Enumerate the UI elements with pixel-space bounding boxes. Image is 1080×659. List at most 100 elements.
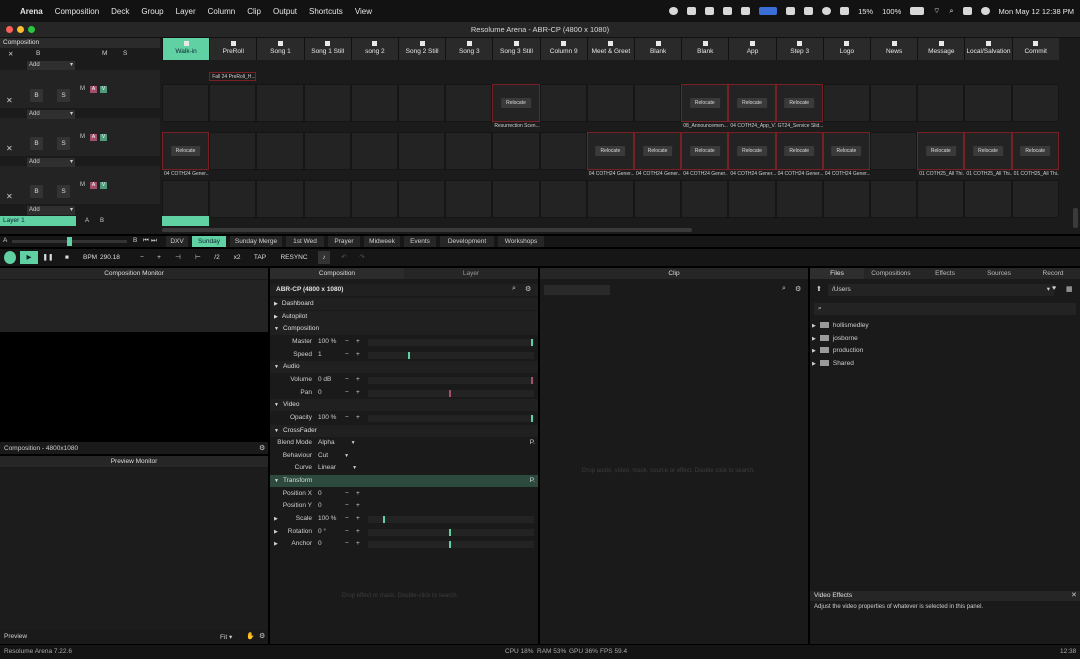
column-header[interactable]: Song 3 Still [492, 38, 540, 60]
menu-shortcuts[interactable]: Shortcuts [309, 7, 343, 16]
clip-thumbnail[interactable]: Relocate [917, 132, 965, 170]
decrease-button[interactable]: − [345, 500, 349, 512]
deck-tab[interactable]: Midweek [364, 236, 400, 247]
layer-add-dropdown[interactable]: Add ▾ [27, 206, 75, 215]
deck-prev-icon[interactable]: ⏮ [143, 237, 149, 245]
files-tab-compositions[interactable]: Compositions [864, 268, 918, 279]
clip-slot[interactable] [539, 132, 587, 170]
relocate-button[interactable]: Relocate [737, 146, 767, 156]
clip-slot[interactable] [870, 180, 918, 218]
battery-percent[interactable]: 100% [882, 7, 901, 16]
tab-layer[interactable]: Layer [404, 268, 538, 279]
property-value[interactable]: 0 [318, 500, 322, 512]
section-autopilot[interactable]: ▶ Autopilot [270, 310, 538, 323]
property-slider[interactable] [368, 338, 534, 346]
clip-search-icon[interactable]: ⌕ [782, 285, 786, 293]
clip-thumbnail[interactable]: Relocate [775, 84, 823, 122]
clip-slot[interactable] [539, 84, 587, 122]
layer-a-toggle[interactable]: A [90, 182, 97, 189]
clip-slot[interactable] [1011, 180, 1059, 218]
column-header[interactable]: Message [917, 38, 965, 60]
bpm-decrease-button[interactable]: − [136, 251, 148, 264]
clip-thumbnail[interactable]: Relocate [492, 84, 540, 122]
relocate-button[interactable]: Relocate [831, 146, 862, 156]
menu-output[interactable]: Output [273, 7, 297, 16]
column-checkbox[interactable] [561, 41, 567, 46]
relocate-button[interactable]: Relocate [1020, 146, 1051, 156]
clip-name[interactable]: 04 COTH24 Gener... [634, 170, 682, 179]
column-header[interactable]: Commit [1011, 38, 1059, 60]
clip-slot[interactable] [445, 180, 493, 218]
bpm-double-button[interactable]: x2 [230, 251, 244, 264]
column-header[interactable]: Meet & Greet [586, 38, 634, 60]
increase-button[interactable]: + [356, 374, 360, 386]
increase-button[interactable]: + [356, 336, 360, 348]
property-value[interactable]: 100 % [318, 513, 336, 525]
column-checkbox[interactable] [419, 41, 425, 46]
relocate-button[interactable]: Relocate [737, 98, 767, 108]
clip-thumbnail[interactable]: Relocate [964, 132, 1012, 170]
folder-item[interactable]: ▶ Shared [812, 358, 1072, 370]
menu-composition[interactable]: Composition [55, 7, 99, 16]
column-header[interactable]: Song 3 [445, 38, 493, 60]
clip-name[interactable]: 04 COTH24 Gener... [162, 170, 210, 179]
minimize-window-icon[interactable] [17, 26, 24, 33]
layer-add-dropdown[interactable]: Add ▾ [27, 158, 75, 167]
column-checkbox[interactable] [277, 41, 283, 46]
composition-monitor-canvas[interactable] [0, 332, 268, 442]
clip-slot[interactable] [256, 180, 304, 218]
dropbox-status-icon[interactable] [741, 7, 751, 15]
favorite-icon[interactable]: ♥ [1052, 285, 1056, 292]
section-audio[interactable]: ▼ Audio [270, 361, 538, 374]
clip-slot[interactable] [539, 180, 587, 218]
undo-icon[interactable]: ↶ [338, 251, 350, 264]
clip-slot[interactable] [870, 84, 918, 122]
relocate-button[interactable]: Relocate [595, 146, 626, 156]
property-value[interactable]: 0 [318, 387, 322, 399]
crossfader-handle[interactable] [67, 237, 72, 246]
transform-preset-button[interactable]: P. [530, 475, 535, 487]
relocate-button[interactable]: Relocate [501, 98, 531, 108]
deck-tab[interactable]: Development [440, 236, 494, 247]
clip-slot[interactable] [1011, 84, 1059, 122]
property-slider[interactable] [368, 376, 534, 384]
column-checkbox[interactable] [938, 41, 944, 46]
layer-add-dropdown[interactable]: Add ▾ [27, 110, 75, 119]
pause-button[interactable]: ❚❚ [41, 251, 55, 264]
column-header[interactable]: Song 1 [256, 38, 304, 60]
deck-tab[interactable]: Workshops [498, 236, 544, 247]
clip-slot[interactable] [917, 84, 965, 122]
column-checkbox[interactable] [1033, 41, 1039, 46]
relocate-button[interactable]: Relocate [925, 146, 956, 156]
relocate-button[interactable]: Relocate [642, 146, 673, 156]
clip-thumbnail[interactable]: Relocate [162, 132, 210, 170]
layer-add-dropdown[interactable]: Add ▾ [27, 61, 75, 70]
clip-name[interactable]: 01 COTH25_All Thi... [917, 170, 965, 179]
search-icon[interactable]: ⌕ [949, 6, 953, 16]
clip-slot[interactable] [398, 84, 446, 122]
close-window-icon[interactable] [6, 26, 13, 33]
column-header[interactable]: Logo [822, 38, 870, 60]
stopwatch-status-icon[interactable] [840, 7, 850, 15]
menu-arena[interactable]: Arena [20, 7, 43, 16]
beat-indicator-icon[interactable] [4, 251, 16, 264]
layer-bypass-button[interactable]: B [30, 185, 43, 198]
composition-master-button[interactable]: M [102, 50, 107, 57]
clip-slot[interactable] [209, 132, 257, 170]
menu-deck[interactable]: Deck [111, 7, 129, 16]
control-center-icon[interactable] [962, 7, 972, 15]
clip-slot[interactable] [209, 84, 257, 122]
decrease-button[interactable]: − [345, 412, 349, 424]
clip-slot[interactable] [162, 84, 210, 122]
cpu-status-text[interactable]: 15% [858, 7, 873, 16]
column-checkbox[interactable] [844, 41, 850, 46]
decrease-button[interactable]: − [345, 538, 349, 550]
clip-slot[interactable] [870, 132, 918, 170]
slider-handle[interactable] [449, 541, 451, 549]
clip-name[interactable]: 08_Announcemen... [681, 122, 729, 131]
clip-name[interactable]: 04 COTH24 Gener... [822, 170, 870, 179]
increase-button[interactable]: + [356, 412, 360, 424]
clip-name[interactable]: 04 COTH24_App_V1 [728, 122, 776, 131]
property-slider[interactable] [368, 541, 534, 549]
folder-item[interactable]: ▶ production [812, 345, 1072, 357]
